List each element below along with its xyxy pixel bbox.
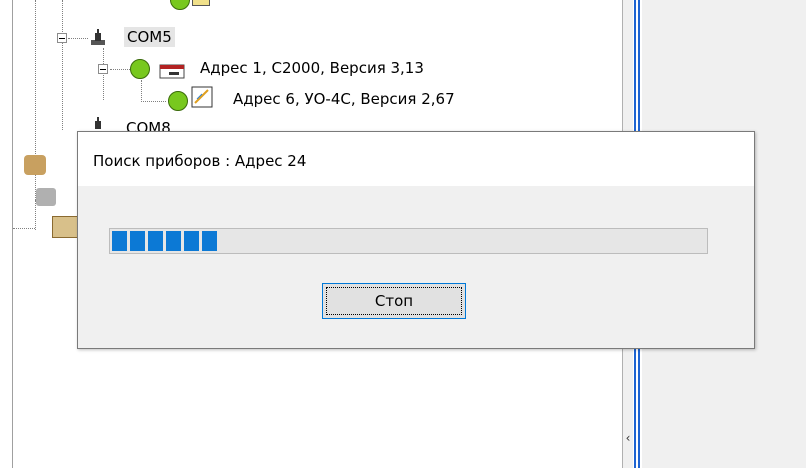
stop-button-label: Стоп [326,287,462,315]
progress-segment [202,231,217,251]
progress-segment [166,231,181,251]
dialog-header: Поиск приборов : Адрес 24 [78,132,754,186]
settings-icon [24,155,46,175]
tree-connector [141,101,166,102]
tree-border [12,0,13,468]
chevron-left-icon[interactable]: ‹ [623,428,633,448]
tree-item-label[interactable]: Адрес 1, С2000, Версия 3,13 [200,58,424,78]
device-icon [159,64,185,79]
dialog-title: Поиск приборов : Адрес 24 [93,152,307,170]
status-dot-icon [170,0,190,10]
device-icon [191,86,213,108]
progress-segment [184,231,199,251]
progress-segment [148,231,163,251]
device-search-dialog: Поиск приборов : Адрес 24 Стоп [77,131,755,349]
collapse-toggle[interactable] [98,64,108,74]
tree-item-label[interactable]: COM5 [124,27,175,47]
progress-segment [130,231,145,251]
status-dot-icon [130,59,150,79]
stop-button[interactable]: Стоп [322,283,466,319]
port-icon [91,29,105,45]
tree-connector [103,48,104,100]
tree-connector [110,69,130,70]
progress-segment [112,231,127,251]
tree-connector [68,38,88,39]
tree-connector [62,0,63,130]
status-dot-icon [168,91,188,111]
device-icon [192,0,210,6]
map-icon [52,216,78,238]
progress-fill [112,231,217,251]
tree-connector [13,228,35,229]
tree-item-label[interactable]: Адрес 6, УО-4С, Версия 2,67 [233,89,455,109]
search-progress-bar [109,228,708,254]
tool-icon [36,188,56,206]
collapse-toggle[interactable] [57,33,67,43]
tree-connector [141,80,142,102]
